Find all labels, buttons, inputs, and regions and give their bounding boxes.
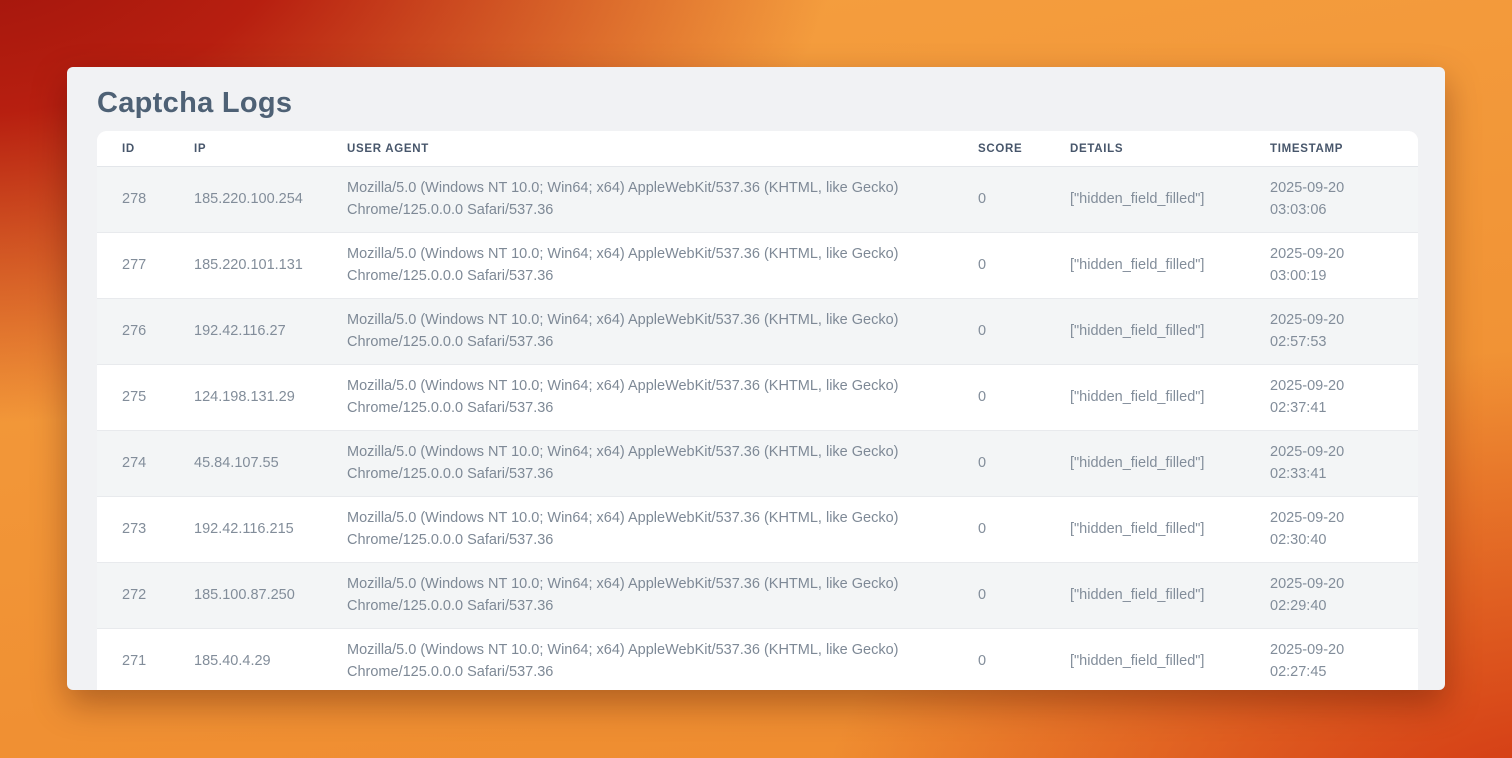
cell-user-agent: Mozilla/5.0 (Windows NT 10.0; Win64; x64… <box>322 299 953 365</box>
table-row: 273 192.42.116.215 Mozilla/5.0 (Windows … <box>97 497 1418 563</box>
cell-timestamp: 2025-09-20 03:03:06 <box>1245 167 1418 233</box>
cell-timestamp: 2025-09-20 02:37:41 <box>1245 365 1418 431</box>
cell-timestamp: 2025-09-20 02:27:45 <box>1245 629 1418 690</box>
cell-score: 0 <box>953 365 1045 431</box>
cell-score: 0 <box>953 233 1045 299</box>
table-row: 272 185.100.87.250 Mozilla/5.0 (Windows … <box>97 563 1418 629</box>
table-row: 275 124.198.131.29 Mozilla/5.0 (Windows … <box>97 365 1418 431</box>
cell-user-agent: Mozilla/5.0 (Windows NT 10.0; Win64; x64… <box>322 497 953 563</box>
log-table-body: 278 185.220.100.254 Mozilla/5.0 (Windows… <box>97 167 1418 690</box>
column-header-details: DETAILS <box>1045 131 1245 167</box>
cell-user-agent: Mozilla/5.0 (Windows NT 10.0; Win64; x64… <box>322 167 953 233</box>
cell-ip: 124.198.131.29 <box>169 365 322 431</box>
cell-details: ["hidden_field_filled"] <box>1045 167 1245 233</box>
cell-timestamp: 2025-09-20 03:00:19 <box>1245 233 1418 299</box>
cell-id: 274 <box>97 431 169 497</box>
cell-details: ["hidden_field_filled"] <box>1045 431 1245 497</box>
table-row: 278 185.220.100.254 Mozilla/5.0 (Windows… <box>97 167 1418 233</box>
cell-score: 0 <box>953 431 1045 497</box>
table-row: 271 185.40.4.29 Mozilla/5.0 (Windows NT … <box>97 629 1418 690</box>
cell-details: ["hidden_field_filled"] <box>1045 629 1245 690</box>
cell-ip: 192.42.116.27 <box>169 299 322 365</box>
column-header-timestamp: TIMESTAMP <box>1245 131 1418 167</box>
cell-timestamp: 2025-09-20 02:29:40 <box>1245 563 1418 629</box>
table-row: 276 192.42.116.27 Mozilla/5.0 (Windows N… <box>97 299 1418 365</box>
cell-score: 0 <box>953 167 1045 233</box>
cell-ip: 45.84.107.55 <box>169 431 322 497</box>
column-header-id: ID <box>97 131 169 167</box>
cell-ip: 192.42.116.215 <box>169 497 322 563</box>
cell-timestamp: 2025-09-20 02:57:53 <box>1245 299 1418 365</box>
table-header: ID IP USER AGENT SCORE DETAILS TIMESTAMP <box>97 131 1418 167</box>
cell-user-agent: Mozilla/5.0 (Windows NT 10.0; Win64; x64… <box>322 431 953 497</box>
table-row: 277 185.220.101.131 Mozilla/5.0 (Windows… <box>97 233 1418 299</box>
cell-score: 0 <box>953 299 1045 365</box>
cell-id: 276 <box>97 299 169 365</box>
column-header-score: SCORE <box>953 131 1045 167</box>
cell-user-agent: Mozilla/5.0 (Windows NT 10.0; Win64; x64… <box>322 233 953 299</box>
column-header-user-agent: USER AGENT <box>322 131 953 167</box>
cell-id: 277 <box>97 233 169 299</box>
captcha-logs-table: ID IP USER AGENT SCORE DETAILS TIMESTAMP… <box>97 131 1418 690</box>
cell-timestamp: 2025-09-20 02:33:41 <box>1245 431 1418 497</box>
cell-id: 273 <box>97 497 169 563</box>
cell-details: ["hidden_field_filled"] <box>1045 497 1245 563</box>
page-title: Captcha Logs <box>97 85 1415 122</box>
cell-user-agent: Mozilla/5.0 (Windows NT 10.0; Win64; x64… <box>322 365 953 431</box>
cell-id: 275 <box>97 365 169 431</box>
cell-ip: 185.40.4.29 <box>169 629 322 690</box>
cell-details: ["hidden_field_filled"] <box>1045 365 1245 431</box>
column-header-ip: IP <box>169 131 322 167</box>
cell-score: 0 <box>953 497 1045 563</box>
table-row: 274 45.84.107.55 Mozilla/5.0 (Windows NT… <box>97 431 1418 497</box>
captcha-logs-card: Captcha Logs ID IP USER AGENT SCORE DETA… <box>67 67 1445 690</box>
cell-id: 272 <box>97 563 169 629</box>
cell-score: 0 <box>953 629 1045 690</box>
cell-details: ["hidden_field_filled"] <box>1045 233 1245 299</box>
cell-user-agent: Mozilla/5.0 (Windows NT 10.0; Win64; x64… <box>322 563 953 629</box>
cell-user-agent: Mozilla/5.0 (Windows NT 10.0; Win64; x64… <box>322 629 953 690</box>
table-header-row: ID IP USER AGENT SCORE DETAILS TIMESTAMP <box>97 131 1418 167</box>
cell-ip: 185.220.100.254 <box>169 167 322 233</box>
cell-id: 271 <box>97 629 169 690</box>
cell-details: ["hidden_field_filled"] <box>1045 299 1245 365</box>
cell-ip: 185.220.101.131 <box>169 233 322 299</box>
cell-id: 278 <box>97 167 169 233</box>
cell-timestamp: 2025-09-20 02:30:40 <box>1245 497 1418 563</box>
cell-ip: 185.100.87.250 <box>169 563 322 629</box>
cell-score: 0 <box>953 563 1045 629</box>
cell-details: ["hidden_field_filled"] <box>1045 563 1245 629</box>
